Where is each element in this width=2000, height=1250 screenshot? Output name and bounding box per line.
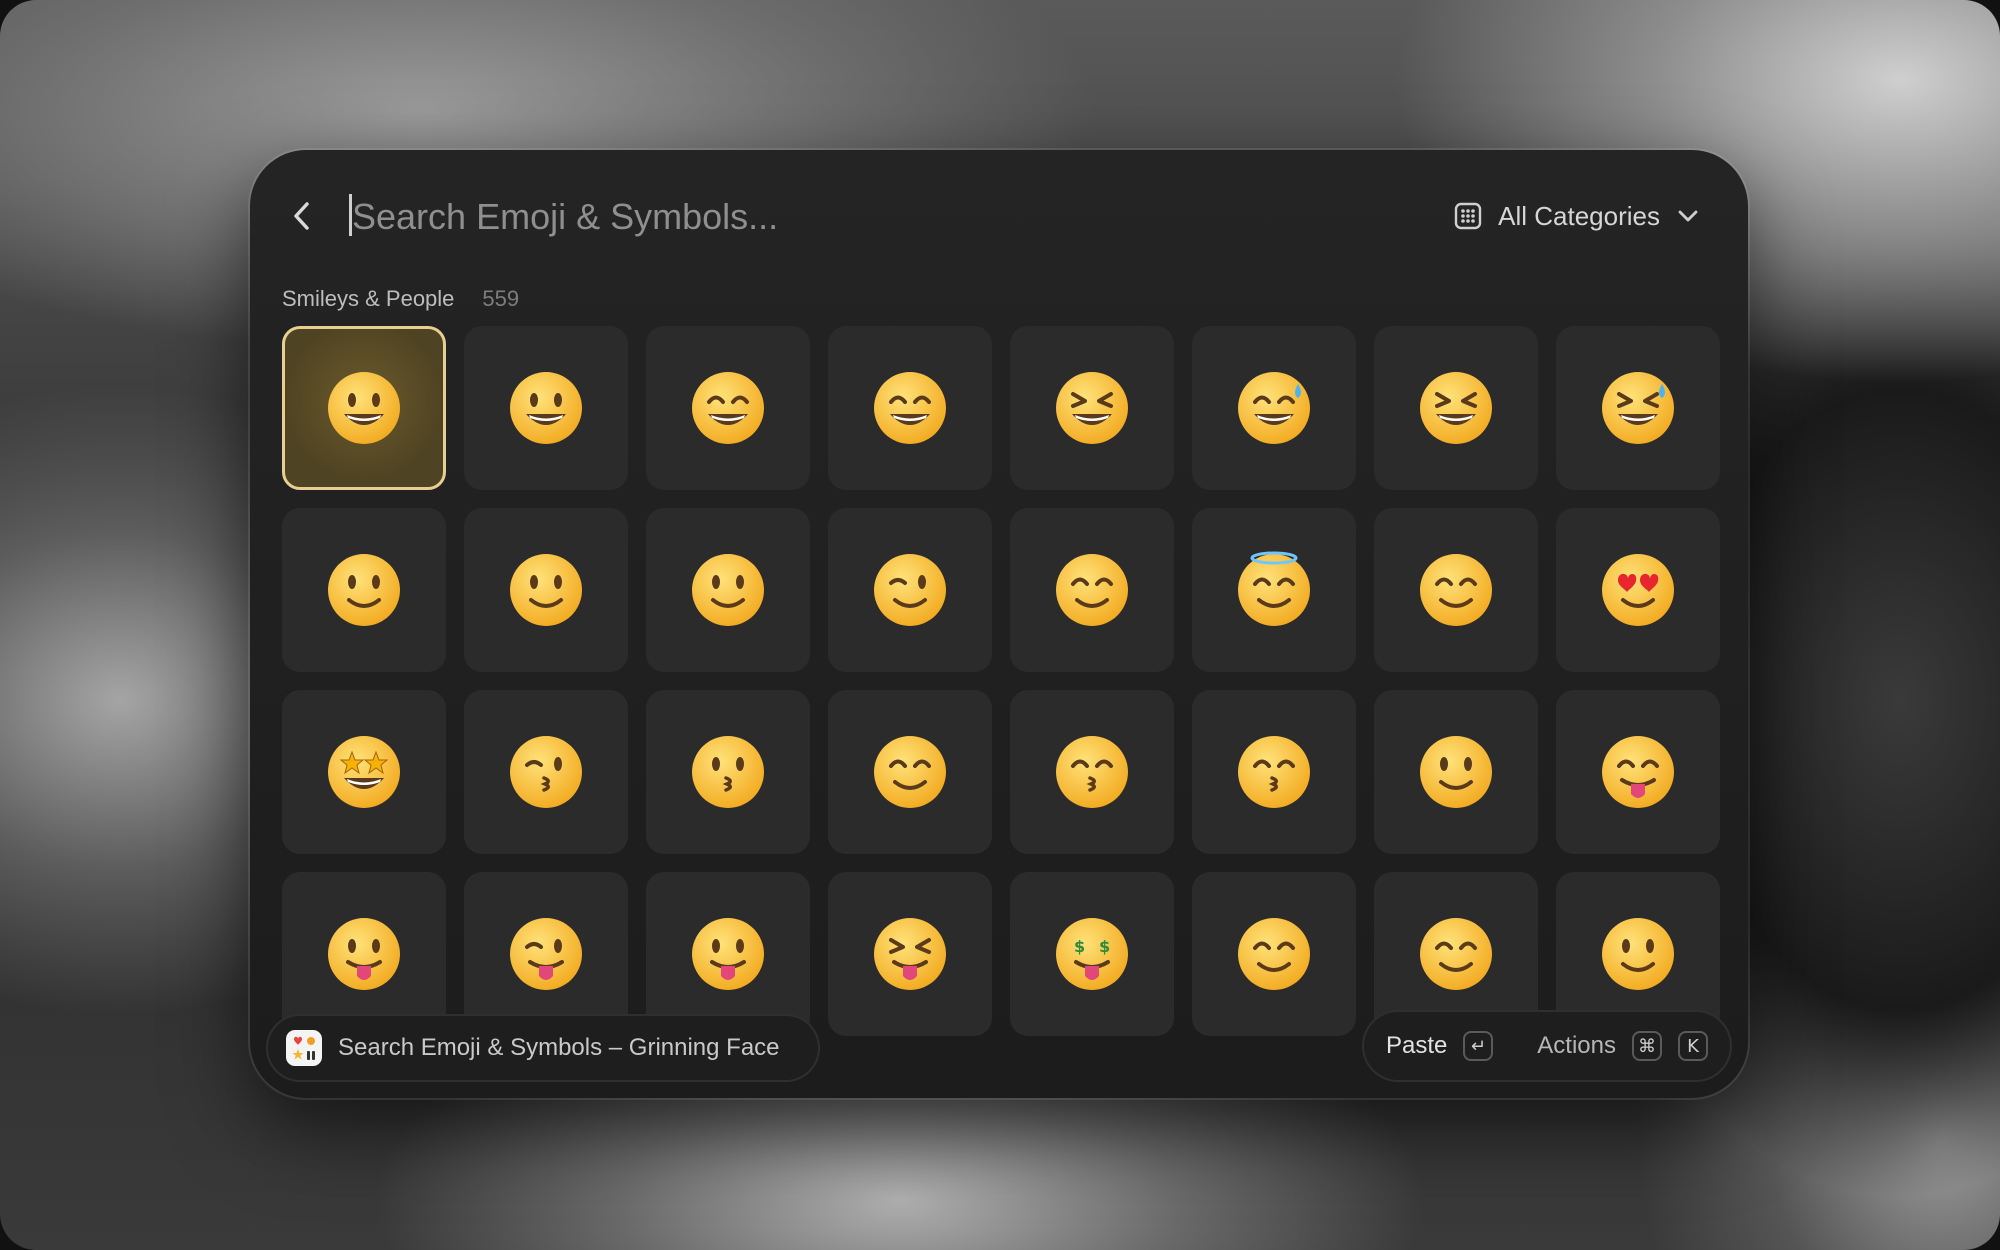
emoji-cell-melting-face[interactable] <box>646 508 810 672</box>
chevron-down-icon <box>1678 210 1698 222</box>
grinning-face-big-eyes-icon <box>510 372 582 444</box>
grinning-squinting-face-icon <box>1056 372 1128 444</box>
back-button[interactable] <box>280 194 324 238</box>
status-bar: Search Emoji & Symbols – Grinning Face <box>266 1014 820 1082</box>
svg-text:$: $ <box>1099 937 1110 956</box>
return-key-hint: ↵ <box>1463 1031 1494 1061</box>
emoji-picker-window: All Categories Smileys & People 559 $$ S… <box>250 150 1748 1098</box>
emoji-cell-slightly-smiling-face[interactable] <box>282 508 446 672</box>
upside-down-face-icon <box>510 554 582 626</box>
emoji-cell-smiling-face-open-hands[interactable] <box>1192 872 1356 1036</box>
face-with-tongue-icon <box>328 918 400 990</box>
header: All Categories <box>250 150 1748 280</box>
emoji-cell-winking-face[interactable] <box>828 508 992 672</box>
emoji-cell-face-blowing-kiss[interactable] <box>464 690 628 854</box>
action-bar: Paste ↵ Actions ⌘ K <box>1362 1010 1732 1082</box>
melting-face-icon <box>692 554 764 626</box>
section-count: 559 <box>482 286 520 311</box>
face-hand-over-mouth-icon <box>1420 918 1492 990</box>
emoji-cell-kissing-face-smiling-eyes[interactable] <box>1192 690 1356 854</box>
winking-face-tongue-icon <box>510 918 582 990</box>
emoji-cell-smiling-face-halo[interactable] <box>1192 508 1356 672</box>
emoji-cell-star-struck[interactable] <box>282 690 446 854</box>
emoji-cell-winking-face-tongue[interactable] <box>464 872 628 1036</box>
rolling-on-floor-laughing-icon <box>1420 372 1492 444</box>
category-dropdown[interactable]: All Categories <box>1454 194 1700 238</box>
money-mouth-face-icon: $ $ <box>1056 918 1128 990</box>
beaming-face-icon <box>874 372 946 444</box>
emoji-cell-face-savoring-food[interactable] <box>1556 690 1720 854</box>
smiling-face-hearts-icon <box>1420 554 1492 626</box>
paste-button[interactable]: Paste <box>1386 1032 1447 1060</box>
k-key-hint: K <box>1678 1031 1708 1061</box>
emoji-cell-smiling-face-heart-eyes[interactable] <box>1556 508 1720 672</box>
kissing-face-closed-eyes-icon <box>1056 736 1128 808</box>
emoji-cell-kissing-face-closed-eyes[interactable] <box>1010 690 1174 854</box>
command-key-hint: ⌘ <box>1632 1031 1662 1061</box>
emoji-cell-squinting-face-tongue[interactable] <box>828 872 992 1036</box>
emoji-cell-grinning-face[interactable] <box>282 326 446 490</box>
face-blowing-kiss-icon <box>510 736 582 808</box>
emoji-cell-smiling-face-hearts[interactable] <box>1374 508 1538 672</box>
smiling-face-open-hands-icon <box>1238 918 1310 990</box>
grinning-face-smiling-eyes-icon <box>692 372 764 444</box>
actions-button[interactable]: Actions <box>1537 1032 1616 1060</box>
emoji-cell-money-mouth-face[interactable]: $ $ <box>1010 872 1174 1036</box>
grinning-face-icon <box>328 372 400 444</box>
smiling-face-tear-icon <box>1420 736 1492 808</box>
smiling-face-halo-icon <box>1238 551 1310 626</box>
emoji-cell-smiling-face-tear[interactable] <box>1374 690 1538 854</box>
search-input[interactable] <box>350 186 1074 248</box>
emoji-cell-upside-down-face[interactable] <box>464 508 628 672</box>
emoji-cell-smiling-face[interactable] <box>828 690 992 854</box>
zany-face-icon <box>692 918 764 990</box>
chevron-left-icon <box>294 202 309 230</box>
face-open-eyes-hand-over-mouth-icon <box>1602 918 1674 990</box>
app-icon <box>286 1030 322 1066</box>
smiling-face-icon <box>874 736 946 808</box>
emoji-cell-kissing-face[interactable] <box>646 690 810 854</box>
emoji-cell-smiling-face-smiling-eyes[interactable] <box>1010 508 1174 672</box>
emoji-cell-zany-face[interactable] <box>646 872 810 1036</box>
star-struck-icon <box>328 736 400 808</box>
emoji-grid: $ $ <box>282 326 1720 1036</box>
emoji-cell-beaming-face[interactable] <box>828 326 992 490</box>
squinting-face-tongue-icon <box>874 918 946 990</box>
section-header: Smileys & People 559 <box>282 286 519 312</box>
grinning-face-sweat-icon <box>1238 372 1310 444</box>
emoji-cell-grinning-squinting-face[interactable] <box>1010 326 1174 490</box>
smiling-face-smiling-eyes-icon <box>1056 554 1128 626</box>
emoji-cell-face-with-tongue[interactable] <box>282 872 446 1036</box>
face-tears-of-joy-icon <box>1602 372 1674 444</box>
kissing-face-icon <box>692 736 764 808</box>
section-title: Smileys & People <box>282 286 455 311</box>
emoji-cell-face-tears-of-joy[interactable] <box>1556 326 1720 490</box>
status-title: Search Emoji & Symbols – Grinning Face <box>338 1034 780 1061</box>
category-label: All Categories <box>1498 200 1660 231</box>
emoji-cell-grinning-face-smiling-eyes[interactable] <box>646 326 810 490</box>
grid-icon <box>1454 202 1482 230</box>
emoji-cell-grinning-face-big-eyes[interactable] <box>464 326 628 490</box>
slightly-smiling-face-icon <box>328 554 400 626</box>
kissing-face-smiling-eyes-icon <box>1238 736 1310 808</box>
svg-text:$: $ <box>1074 937 1085 956</box>
smiling-face-heart-eyes-icon <box>1602 554 1674 626</box>
emoji-cell-rolling-on-floor-laughing[interactable] <box>1374 326 1538 490</box>
face-savoring-food-icon <box>1602 736 1674 808</box>
winking-face-icon <box>874 554 946 626</box>
emoji-cell-grinning-face-sweat[interactable] <box>1192 326 1356 490</box>
